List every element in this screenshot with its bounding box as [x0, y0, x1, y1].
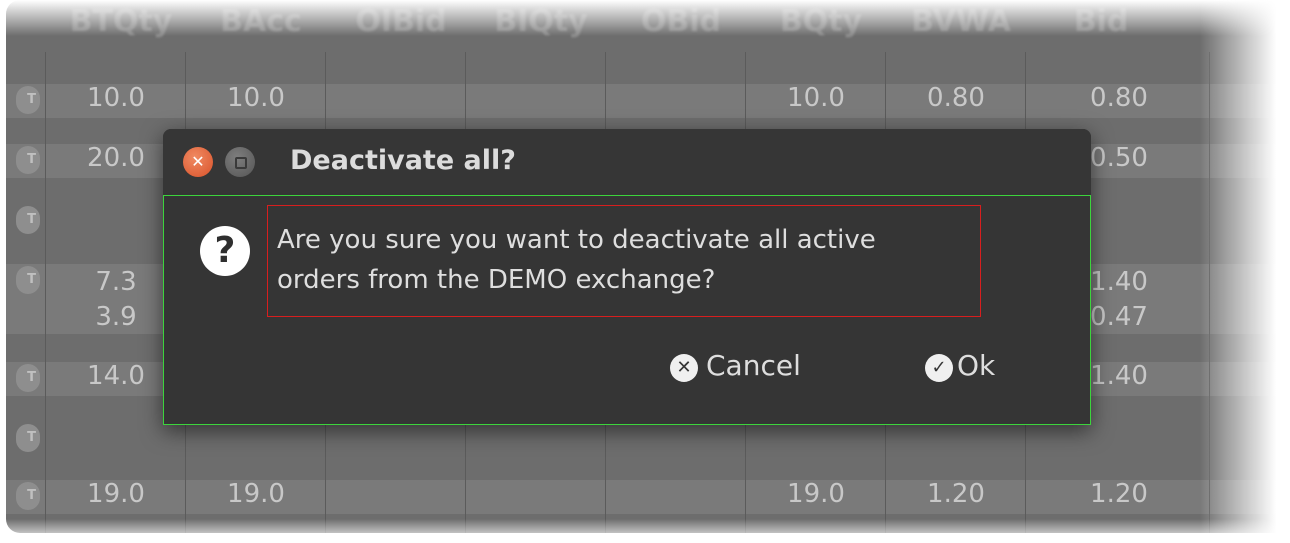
close-icon[interactable]: ✕	[183, 147, 213, 177]
column-divider	[45, 52, 46, 533]
cell-btqty: 10.0	[87, 83, 145, 113]
cell-btqty: 3.9	[95, 302, 137, 332]
cell-bacc: 19.0	[227, 479, 285, 509]
cell-bacc: 10.0	[227, 83, 285, 113]
row-status-icon[interactable]: T	[16, 364, 40, 392]
deactivate-dialog: ✕ Deactivate all? ? Are you sure you wan…	[163, 129, 1091, 425]
row-status-icon[interactable]: T	[16, 424, 40, 452]
cell-btqty: 20.0	[87, 143, 145, 173]
cancel-label: Cancel	[706, 349, 801, 382]
message-line: orders from the DEMO exchange?	[277, 265, 716, 295]
maximize-icon[interactable]	[225, 147, 255, 177]
cell-bvwa: 1.20	[927, 479, 985, 509]
cell-btqty: 7.3	[95, 267, 137, 297]
row-status-icon[interactable]: T	[16, 266, 40, 294]
cell-btqty: 19.0	[87, 479, 145, 509]
dialog-titlebar[interactable]: ✕ Deactivate all?	[163, 129, 1091, 193]
cancel-button[interactable]: ✕ Cancel	[670, 346, 801, 386]
top-fade	[0, 0, 1290, 36]
bottom-fade	[0, 519, 1290, 543]
cell-btqty: 14.0	[87, 361, 145, 391]
cell-bqty: 19.0	[787, 479, 845, 509]
question-icon: ?	[200, 226, 250, 276]
screen: BTQty BAcc OIBid BIQty OBid BQty BVWA Bi…	[0, 0, 1290, 543]
message-box: Are you sure you want to deactivate all …	[267, 205, 981, 317]
right-fade	[1200, 0, 1290, 543]
check-icon: ✓	[925, 354, 953, 382]
dialog-body: ? Are you sure you want to deactivate al…	[163, 195, 1091, 425]
row-status-icon[interactable]: T	[16, 206, 40, 234]
cancel-icon: ✕	[670, 354, 698, 382]
message-line: Are you sure you want to deactivate all …	[277, 225, 876, 255]
row-status-icon[interactable]: T	[16, 146, 40, 174]
ok-button[interactable]: ✓ Ok	[925, 346, 995, 386]
dialog-title: Deactivate all?	[290, 145, 516, 176]
row-status-icon[interactable]: T	[16, 482, 40, 510]
cell-bqty: 10.0	[787, 83, 845, 113]
ok-label: Ok	[957, 349, 996, 382]
row-status-icon[interactable]: T	[16, 86, 40, 114]
cell-bvwa: 0.80	[927, 83, 985, 113]
cell-bid: 0.80	[1090, 83, 1148, 113]
dialog-message: Are you sure you want to deactivate all …	[277, 220, 977, 300]
cell-bid: 1.20	[1090, 479, 1148, 509]
